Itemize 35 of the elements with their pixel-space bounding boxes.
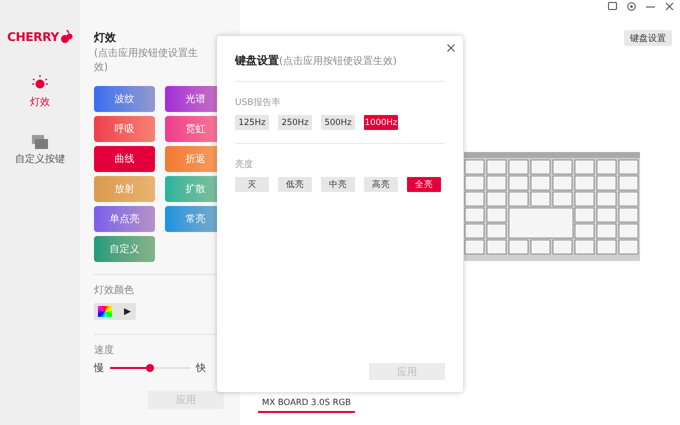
option-button[interactable]: 中亮	[321, 177, 355, 192]
sidebar-item[interactable]: 自定义按键	[15, 135, 65, 166]
option-button[interactable]: 高亮	[364, 177, 398, 192]
effect-tile[interactable]: 波纹	[94, 86, 155, 112]
fast-label: 快	[196, 362, 206, 375]
effect-tile[interactable]: 自定义	[94, 236, 155, 262]
device-tab[interactable]: MX BOARD 3.0S RGB	[258, 396, 355, 413]
keyboard-settings-button[interactable]: 键盘设置	[624, 30, 672, 46]
option-button[interactable]: 低亮	[278, 177, 312, 192]
option-button[interactable]: 全亮	[407, 177, 441, 192]
panel-title: 灯效	[94, 30, 116, 45]
option-button[interactable]: 灭	[235, 177, 269, 192]
slow-label: 慢	[94, 362, 104, 375]
window-icon[interactable]	[608, 2, 617, 11]
effect-tile[interactable]: 呼吸	[94, 116, 155, 142]
option-button[interactable]: 125Hz	[235, 115, 269, 130]
effect-tile[interactable]: 单点亮	[94, 206, 155, 232]
layers-icon	[32, 135, 48, 149]
cherry-icon	[60, 30, 73, 44]
dialog-hint: (点击应用按钮使设置生效)	[279, 54, 397, 68]
speed-label: 速度	[94, 344, 115, 357]
color-label: 灯效颜色	[94, 284, 135, 297]
brand-logo-text: CHERRY	[7, 30, 59, 44]
panel-hint: (点击应用按钮使设置生效)	[94, 46, 199, 74]
section-label: 亮度	[235, 158, 254, 171]
dialog-title: 键盘设置	[235, 53, 279, 68]
color-picker[interactable]: ▶	[94, 303, 136, 320]
sidebar-item[interactable]: 灯效	[30, 74, 50, 109]
section-label: USB报告率	[235, 96, 282, 109]
option-button[interactable]: 500Hz	[321, 115, 355, 130]
close-icon[interactable]	[665, 2, 674, 11]
option-button[interactable]: 1000Hz	[364, 115, 398, 130]
target-icon[interactable]	[627, 2, 636, 11]
effect-tile[interactable]: 曲线	[94, 146, 155, 172]
option-button[interactable]: 250Hz	[278, 115, 312, 130]
